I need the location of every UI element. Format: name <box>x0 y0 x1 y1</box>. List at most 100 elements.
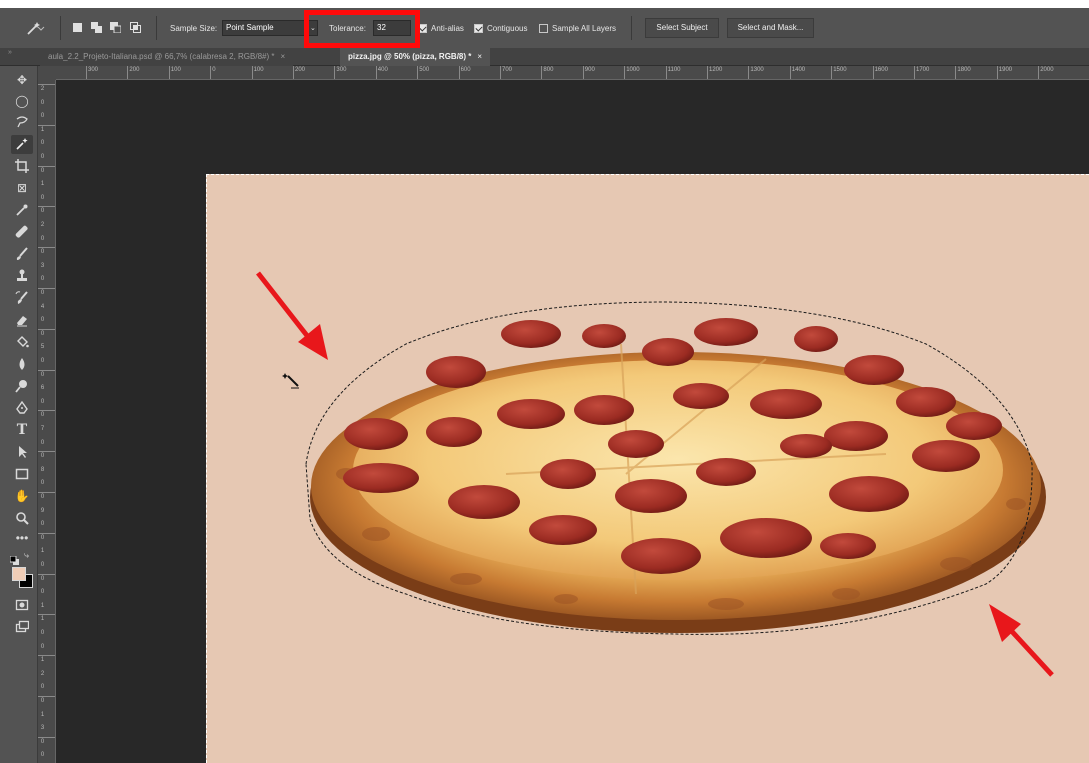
select-subject-button[interactable]: Select Subject <box>645 18 719 38</box>
history-brush-icon[interactable] <box>11 289 33 308</box>
ruler-label: 1700 <box>916 67 930 73</box>
ruler-label: 1600 <box>874 67 888 73</box>
checkbox-icon <box>474 23 483 33</box>
crop-icon[interactable] <box>11 157 33 176</box>
tab-pizza[interactable]: pizza.jpg @ 50% (pizza, RGB/8) * × <box>340 48 491 66</box>
document-workspace[interactable] <box>56 80 1089 763</box>
ruler-label: 0 <box>40 630 45 636</box>
path-selection-icon[interactable] <box>11 443 33 462</box>
type-icon[interactable]: T <box>11 421 33 440</box>
contiguous-label: Contiguous <box>487 23 528 33</box>
ruler-label: 0 <box>40 330 45 337</box>
ruler-tick <box>334 66 336 79</box>
sample-size-value: Point Sample <box>226 23 274 32</box>
ruler-tick <box>38 696 55 697</box>
ruler-tick <box>831 66 833 79</box>
contiguous-checkbox[interactable]: Contiguous <box>474 20 527 36</box>
horizontal-ruler[interactable]: 300 200 100 0 100 200 300 400 500 600 700 800 900 100… <box>56 66 1089 80</box>
swap-colors-icon[interactable]: ⤷ <box>24 550 29 561</box>
ruler-tick <box>38 410 55 412</box>
tab-label: aula_2.2_Projeto-Italiana.psd @ 66,7% (c… <box>48 52 275 61</box>
new-selection-icon[interactable] <box>72 22 83 33</box>
hand-icon[interactable]: ✋ <box>11 487 33 506</box>
intersect-selection-icon[interactable] <box>130 22 141 33</box>
default-colors-icon[interactable] <box>9 552 19 565</box>
ruler-label: 0 <box>40 276 45 283</box>
ruler-tick <box>1038 66 1040 79</box>
ruler-label: 0 <box>40 575 45 582</box>
clone-stamp-icon[interactable] <box>11 267 33 286</box>
ruler-label: 1000 <box>626 67 640 73</box>
ruler-label: 0 <box>40 521 45 528</box>
ruler-label: 7 <box>40 426 45 432</box>
magic-wand-icon[interactable] <box>11 135 33 154</box>
zoom-icon[interactable] <box>11 509 33 528</box>
marquee-icon[interactable]: ◯ <box>11 92 33 111</box>
magic-wand-tool-preset-icon[interactable] <box>26 20 46 36</box>
ruler-label: 500 <box>419 67 430 73</box>
sample-size-label: Sample Size: <box>170 23 218 33</box>
ruler-tick <box>914 66 915 79</box>
ruler-label: 900 <box>584 67 595 73</box>
panel-collapse-icon[interactable]: » <box>8 48 12 58</box>
ruler-label: 0 <box>40 494 45 500</box>
ruler-tick <box>38 247 55 249</box>
ruler-tick <box>38 369 55 371</box>
ruler-label: 1 <box>40 616 45 623</box>
ruler-label: 100 <box>253 67 264 73</box>
ruler-label: 0 <box>40 698 45 704</box>
vertical-ruler[interactable]: 2 0 0 1 0 0 0 1 0 0 2 0 0 3 0 0 4 0 0 5 0 0 6 0 0 7 0 0 8 0 0 9 0 0 1 0 0 0 1 1… <box>38 80 56 763</box>
ruler-label: 1 <box>40 657 45 664</box>
ruler-label: 8 <box>40 466 45 473</box>
close-icon[interactable]: × <box>477 52 482 61</box>
frame-icon[interactable]: ⊠ <box>11 179 33 198</box>
arrow-lower-right <box>989 604 1054 677</box>
paint-bucket-icon[interactable] <box>11 333 33 352</box>
more-tools-icon[interactable]: ••• <box>11 529 33 548</box>
ruler-corner <box>38 66 56 80</box>
add-to-selection-icon[interactable] <box>91 22 102 33</box>
subtract-from-selection-icon[interactable] <box>110 22 121 33</box>
quick-mask-icon[interactable] <box>11 596 33 615</box>
ruler-label: 0 <box>40 208 45 215</box>
ruler-label: 0 <box>40 738 45 745</box>
anti-alias-label: Anti-alias <box>431 23 464 33</box>
ruler-label: 1 <box>40 711 45 718</box>
ruler-label: 0 <box>40 113 45 120</box>
screen-mode-icon[interactable] <box>11 618 33 637</box>
lasso-icon[interactable] <box>11 113 33 132</box>
eyedropper-icon[interactable] <box>11 201 33 220</box>
dodge-icon[interactable] <box>11 377 33 396</box>
brush-icon[interactable] <box>11 245 33 264</box>
ruler-label: 0 <box>40 398 45 405</box>
ruler-label: 3 <box>40 262 45 269</box>
ruler-tick <box>707 66 708 79</box>
ruler-label: 1400 <box>791 67 806 73</box>
ruler-tick <box>417 66 419 79</box>
anti-alias-checkbox[interactable]: Anti-alias <box>418 20 464 36</box>
pen-icon[interactable] <box>11 399 33 418</box>
ruler-label: 100 <box>170 67 181 73</box>
move-icon[interactable]: ✥ <box>11 71 33 90</box>
foreground-color-swatch[interactable] <box>12 567 26 581</box>
ruler-label: 800 <box>543 67 554 73</box>
sample-all-layers-checkbox[interactable]: Sample All Layers <box>539 20 616 36</box>
rectangle-icon[interactable] <box>11 465 33 484</box>
close-icon[interactable]: × <box>280 52 285 61</box>
ruler-label: 0 <box>212 67 216 73</box>
checkbox-icon <box>539 23 548 33</box>
ruler-label: 200 <box>129 67 140 73</box>
tools-panel: ✥ ◯ ⊠ T ✋ ••• ⤷ <box>7 66 38 763</box>
healing-brush-icon[interactable] <box>11 223 33 242</box>
ruler-label: 2 <box>40 670 45 677</box>
eraser-icon[interactable] <box>11 311 33 330</box>
ruler-tick <box>541 66 543 79</box>
blur-icon[interactable] <box>11 355 33 374</box>
tab-projeto-italiana[interactable]: aula_2.2_Projeto-Italiana.psd @ 66,7% (c… <box>40 48 294 66</box>
select-and-mask-button[interactable]: Select and Mask... <box>727 18 814 38</box>
ruler-tick <box>582 66 584 79</box>
ruler-label: 6 <box>40 385 45 392</box>
ruler-tick <box>955 66 957 79</box>
ruler-label: 1200 <box>709 67 723 73</box>
document-canvas[interactable] <box>206 174 1089 763</box>
